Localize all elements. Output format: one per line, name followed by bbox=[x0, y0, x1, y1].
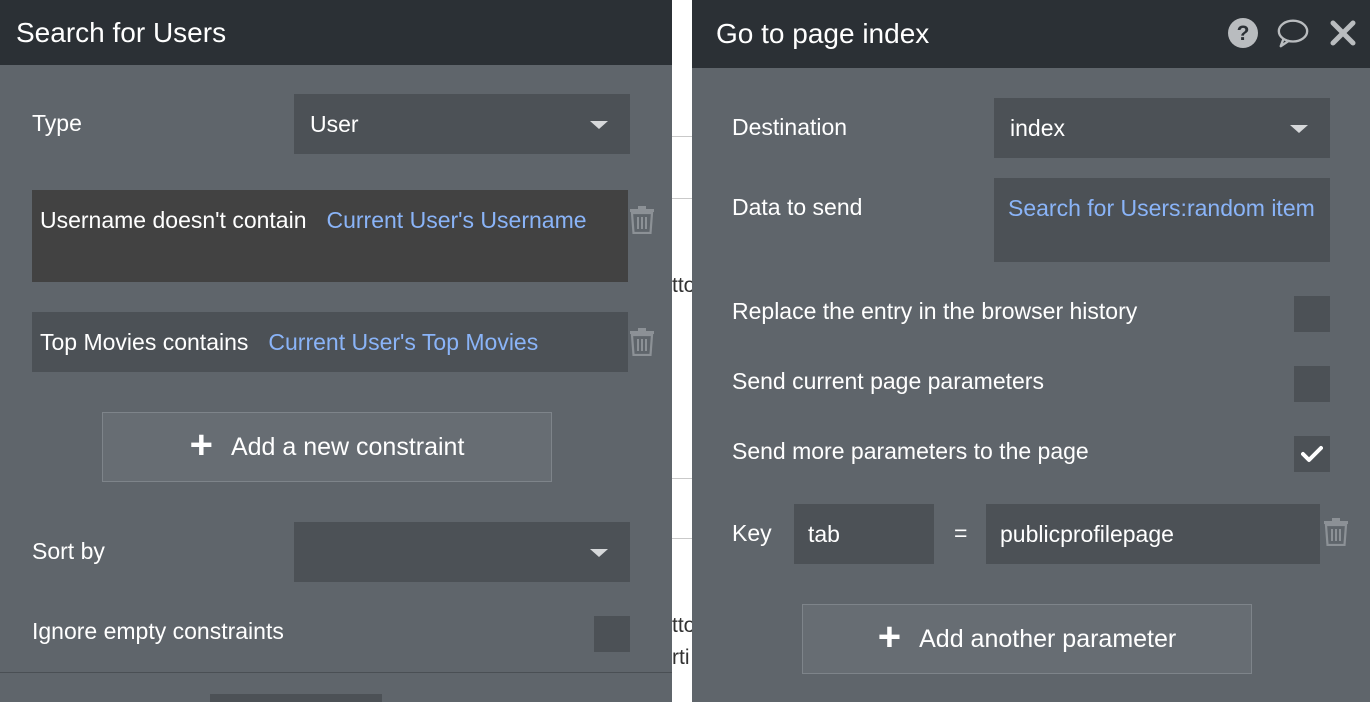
search-editor-panel: Search for Users Type User Username does… bbox=[0, 0, 672, 702]
replace-history-checkbox[interactable] bbox=[1294, 296, 1330, 332]
data-to-send-field[interactable]: Search for Users:random item bbox=[994, 178, 1330, 262]
constraint-dynamic-value[interactable]: Current User's Username bbox=[327, 207, 587, 233]
panel-header: Search for Users bbox=[0, 0, 672, 65]
type-label: Type bbox=[32, 110, 82, 136]
action-editor-panel: Go to page index ? Destination index Dat… bbox=[692, 0, 1370, 702]
type-dropdown[interactable]: User bbox=[294, 94, 630, 154]
send-current-params-label: Send current page parameters bbox=[732, 368, 1044, 394]
param-key-value: tab bbox=[808, 520, 840, 547]
canvas-line bbox=[672, 136, 692, 137]
send-more-params-checkbox[interactable] bbox=[1294, 436, 1330, 472]
add-constraint-button[interactable]: + Add a new constraint bbox=[102, 412, 552, 482]
checkmark-icon bbox=[1301, 446, 1323, 462]
param-value-input[interactable]: publicprofilepage bbox=[986, 504, 1320, 564]
param-value: publicprofilepage bbox=[1000, 520, 1174, 547]
add-parameter-button[interactable]: + Add another parameter bbox=[802, 604, 1252, 674]
plus-icon: + bbox=[877, 615, 902, 659]
panel-title: Search for Users bbox=[16, 16, 227, 48]
send-more-params-label: Send more parameters to the page bbox=[732, 438, 1089, 464]
svg-text:?: ? bbox=[1237, 22, 1250, 45]
data-to-send-label: Data to send bbox=[732, 194, 863, 220]
data-to-send-value: Search for Users:random item bbox=[1008, 195, 1315, 221]
sort-by-label: Sort by bbox=[32, 538, 105, 564]
comment-icon[interactable] bbox=[1276, 16, 1310, 50]
constraint-text: Top Movies contains bbox=[40, 329, 249, 355]
destination-value: index bbox=[1010, 114, 1065, 141]
canvas-text-snippet: tto bbox=[672, 614, 692, 637]
chevron-down-icon bbox=[590, 121, 608, 129]
help-icon[interactable]: ? bbox=[1226, 16, 1260, 50]
add-constraint-label: Add a new constraint bbox=[230, 432, 465, 461]
key-label: Key bbox=[732, 520, 772, 546]
param-key-input[interactable]: tab bbox=[794, 504, 934, 564]
type-dropdown-value: User bbox=[310, 110, 359, 137]
panel-title: Go to page index bbox=[716, 18, 930, 49]
divider bbox=[0, 672, 672, 673]
ignore-empty-label: Ignore empty constraints bbox=[32, 618, 284, 644]
canvas-text-snippet: tto bbox=[672, 274, 692, 297]
bottom-button-stub[interactable] bbox=[210, 694, 382, 702]
canvas-line bbox=[672, 198, 692, 199]
constraint-row[interactable]: Top Movies contains Current User's Top Mo… bbox=[32, 312, 628, 372]
destination-label: Destination bbox=[732, 114, 848, 140]
trash-icon[interactable] bbox=[629, 328, 655, 356]
canvas-line bbox=[672, 478, 692, 479]
panel-header: Go to page index ? bbox=[692, 0, 1370, 68]
constraint-row[interactable]: Username doesn't contain Current User's U… bbox=[32, 190, 628, 282]
trash-icon[interactable] bbox=[1323, 518, 1349, 546]
ignore-empty-checkbox[interactable] bbox=[594, 616, 630, 652]
header-icons: ? bbox=[1226, 16, 1360, 50]
close-icon[interactable] bbox=[1326, 16, 1360, 50]
editor-canvas-strip: tto tto rti bbox=[672, 0, 692, 702]
add-parameter-label: Add another parameter bbox=[919, 624, 1177, 653]
chevron-down-icon bbox=[1290, 125, 1308, 133]
chevron-down-icon bbox=[590, 549, 608, 557]
plus-icon: + bbox=[189, 423, 213, 467]
constraint-dynamic-value[interactable]: Current User's Top Movies bbox=[268, 329, 538, 355]
destination-dropdown[interactable]: index bbox=[994, 98, 1330, 158]
sort-by-dropdown[interactable] bbox=[294, 522, 630, 582]
canvas-text-snippet: rti bbox=[672, 646, 690, 669]
constraint-text: Username doesn't contain bbox=[40, 207, 307, 233]
canvas-line bbox=[672, 538, 692, 539]
send-current-params-checkbox[interactable] bbox=[1294, 366, 1330, 402]
equals-sign: = bbox=[954, 520, 968, 546]
replace-history-label: Replace the entry in the browser history bbox=[732, 298, 1138, 324]
trash-icon[interactable] bbox=[629, 206, 655, 234]
